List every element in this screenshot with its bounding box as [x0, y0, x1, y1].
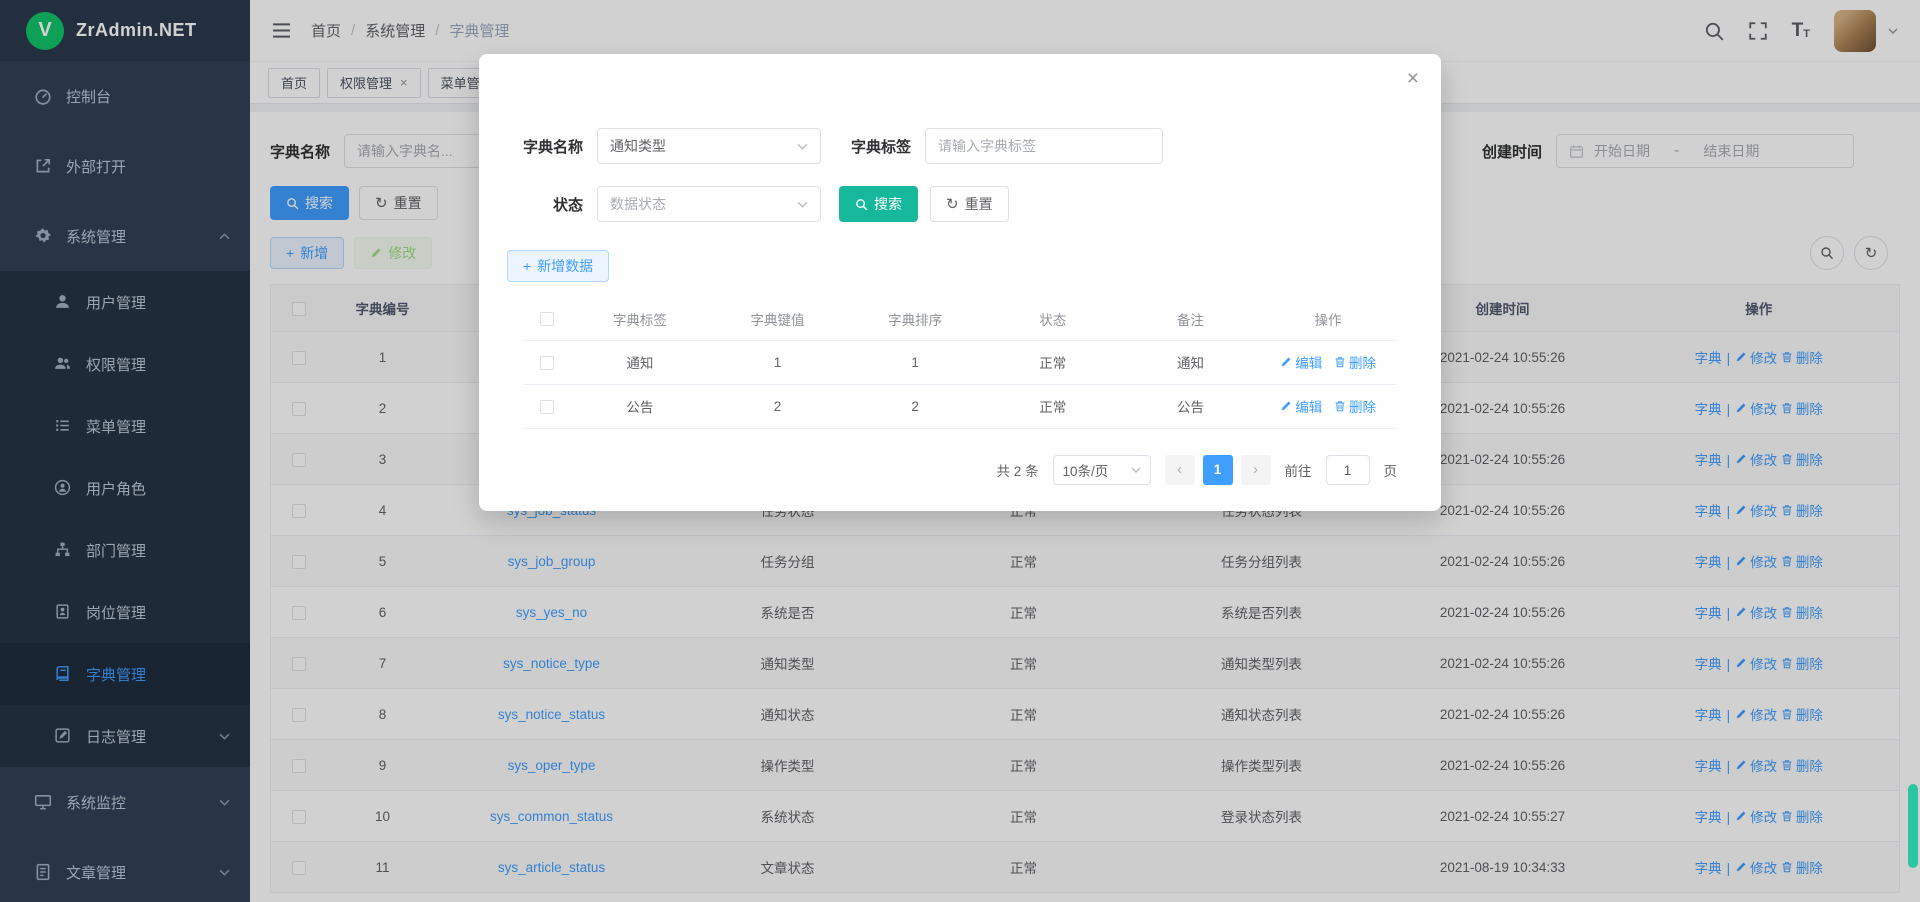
cell-status: 正常 [984, 384, 1122, 428]
status-select-placeholder: 数据状态 [610, 194, 666, 214]
cell-dict-value: 1 [709, 340, 847, 384]
header-remark: 备注 [1122, 298, 1260, 340]
next-page-button[interactable]: › [1241, 455, 1271, 485]
close-icon[interactable]: × [1407, 68, 1419, 89]
header-operations: 操作 [1259, 298, 1397, 340]
row-checkbox[interactable] [540, 400, 554, 414]
dialog-reset-label: 重置 [965, 194, 993, 214]
add-data-button[interactable]: + 新增数据 [507, 250, 609, 282]
page-unit-label: 页 [1384, 460, 1398, 480]
dialog-table-wrap: 字典标签 字典键值 字典排序 状态 备注 操作 通知 1 1 正常 [523, 298, 1397, 429]
chevron-down-icon [1131, 467, 1141, 473]
dialog-search-label: 搜索 [874, 194, 902, 214]
op-delete-link[interactable]: 删除 [1334, 396, 1376, 416]
scrollbar-thumb[interactable] [1908, 784, 1918, 868]
dialog-reset-button[interactable]: ↻ 重置 [930, 186, 1009, 222]
dict-name-select-value: 通知类型 [610, 136, 666, 156]
select-all-checkbox[interactable] [540, 312, 554, 326]
dialog-table-row: 公告 2 2 正常 公告 编辑 删除 [523, 384, 1397, 428]
pagination: 共 2 条 10条/页 ‹ 1 › 前往 页 [523, 455, 1397, 485]
goto-label: 前往 [1285, 460, 1312, 480]
dialog-dict-name-label: 字典名称 [507, 136, 583, 157]
prev-page-button[interactable]: ‹ [1165, 455, 1195, 485]
dialog-filter-form: 字典名称 通知类型 字典标签 状态 数据状态 搜索 ↻ 重置 [507, 128, 1413, 222]
row-checkbox[interactable] [540, 356, 554, 370]
cell-dict-sort: 1 [846, 340, 984, 384]
add-data-label: 新增数据 [537, 256, 593, 276]
dialog-table-body: 通知 1 1 正常 通知 编辑 删除 公告 2 [523, 340, 1397, 428]
page-number-1[interactable]: 1 [1203, 455, 1233, 485]
plus-icon: + [523, 258, 531, 274]
op-edit-link[interactable]: 编辑 [1280, 396, 1322, 416]
page-size-select[interactable]: 10条/页 [1053, 455, 1151, 485]
cell-dict-sort: 2 [846, 384, 984, 428]
header-dict-label: 字典标签 [571, 298, 709, 340]
header-dict-value: 字典键值 [709, 298, 847, 340]
header-dict-sort: 字典排序 [846, 298, 984, 340]
dialog-search-button[interactable]: 搜索 [839, 186, 918, 222]
goto-page-input[interactable] [1326, 455, 1370, 485]
dict-label-input[interactable] [925, 128, 1163, 164]
chevron-down-icon [797, 201, 808, 208]
op-edit-link[interactable]: 编辑 [1280, 352, 1322, 372]
dict-data-dialog: × 字典名称 通知类型 字典标签 状态 数据状态 搜索 ↻ [479, 54, 1441, 511]
pager: ‹ 1 › [1165, 455, 1271, 485]
header-status: 状态 [984, 298, 1122, 340]
dialog-dict-label-label: 字典标签 [835, 136, 911, 157]
cell-remark: 通知 [1122, 340, 1260, 384]
cell-status: 正常 [984, 340, 1122, 384]
cell-dict-value: 2 [709, 384, 847, 428]
cell-dict-label: 通知 [571, 340, 709, 384]
dialog-status-label: 状态 [507, 194, 583, 215]
cell-remark: 公告 [1122, 384, 1260, 428]
page-size-value: 10条/页 [1063, 460, 1109, 480]
chevron-down-icon [797, 143, 808, 150]
status-select[interactable]: 数据状态 [597, 186, 821, 222]
dict-data-table: 字典标签 字典键值 字典排序 状态 备注 操作 通知 1 1 正常 [523, 298, 1397, 429]
op-delete-link[interactable]: 删除 [1334, 352, 1376, 372]
pagination-total: 共 2 条 [996, 460, 1038, 480]
dict-name-select[interactable]: 通知类型 [597, 128, 821, 164]
dialog-table-row: 通知 1 1 正常 通知 编辑 删除 [523, 340, 1397, 384]
cell-dict-label: 公告 [571, 384, 709, 428]
refresh-icon: ↻ [946, 197, 959, 212]
dialog-table-header-row: 字典标签 字典键值 字典排序 状态 备注 操作 [523, 298, 1397, 340]
